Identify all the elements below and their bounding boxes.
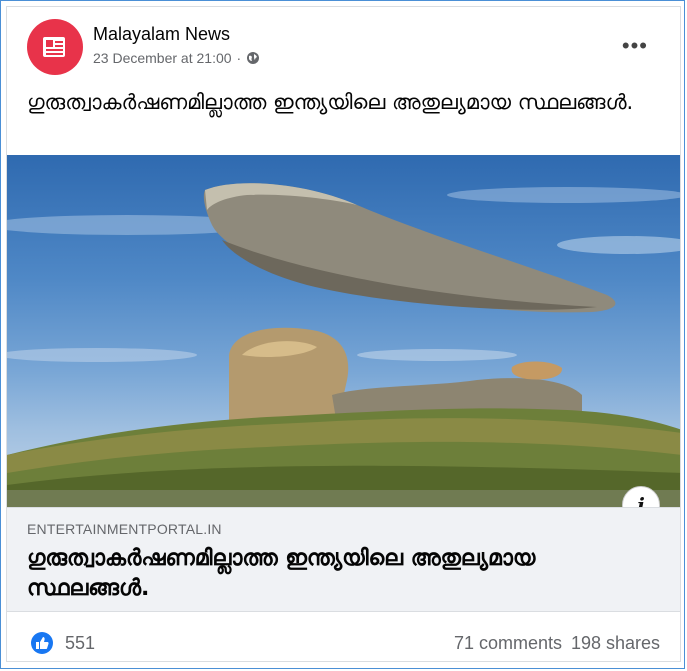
post-meta: 23 December at 21:00 ·: [93, 50, 260, 66]
thumbs-up-icon: [36, 637, 49, 649]
page-avatar[interactable]: [27, 19, 83, 75]
like-count[interactable]: 551: [65, 633, 95, 654]
link-preview-box[interactable]: ENTERTAINMENTPORTAL.IN ഗുരുത്വാകർഷണമില്ല…: [7, 507, 680, 612]
reaction-bar: 551 71 comments 198 shares: [7, 612, 680, 661]
link-preview-image[interactable]: i: [7, 155, 680, 507]
post-timestamp[interactable]: 23 December at 21:00: [93, 50, 232, 66]
newspaper-icon: [43, 37, 65, 57]
balancing-rock-photo: [7, 183, 680, 507]
page-name[interactable]: Malayalam News: [93, 24, 230, 45]
like-reaction-icon[interactable]: [31, 632, 53, 654]
shares-count[interactable]: 198 shares: [571, 633, 660, 654]
meta-separator: ·: [236, 50, 242, 66]
link-domain: ENTERTAINMENTPORTAL.IN: [27, 521, 222, 537]
post-text: ഗുരുത്വാകർഷണമില്ലാത്ത ഇന്ത്യയിലെ അതുല്യമ…: [27, 90, 634, 114]
comments-count[interactable]: 71 comments: [454, 633, 562, 654]
post-header: Malayalam News 23 December at 21:00 · ••…: [7, 7, 680, 87]
facebook-post-card: Malayalam News 23 December at 21:00 · ••…: [6, 6, 681, 662]
link-title[interactable]: ഗുരുത്വാകർഷണമില്ലാത്ത ഇന്ത്യയിലെ അതുല്യമ…: [27, 544, 647, 604]
more-options-button[interactable]: •••: [622, 33, 648, 59]
globe-icon: [247, 52, 260, 64]
screenshot-frame: Malayalam News 23 December at 21:00 · ••…: [0, 0, 685, 669]
